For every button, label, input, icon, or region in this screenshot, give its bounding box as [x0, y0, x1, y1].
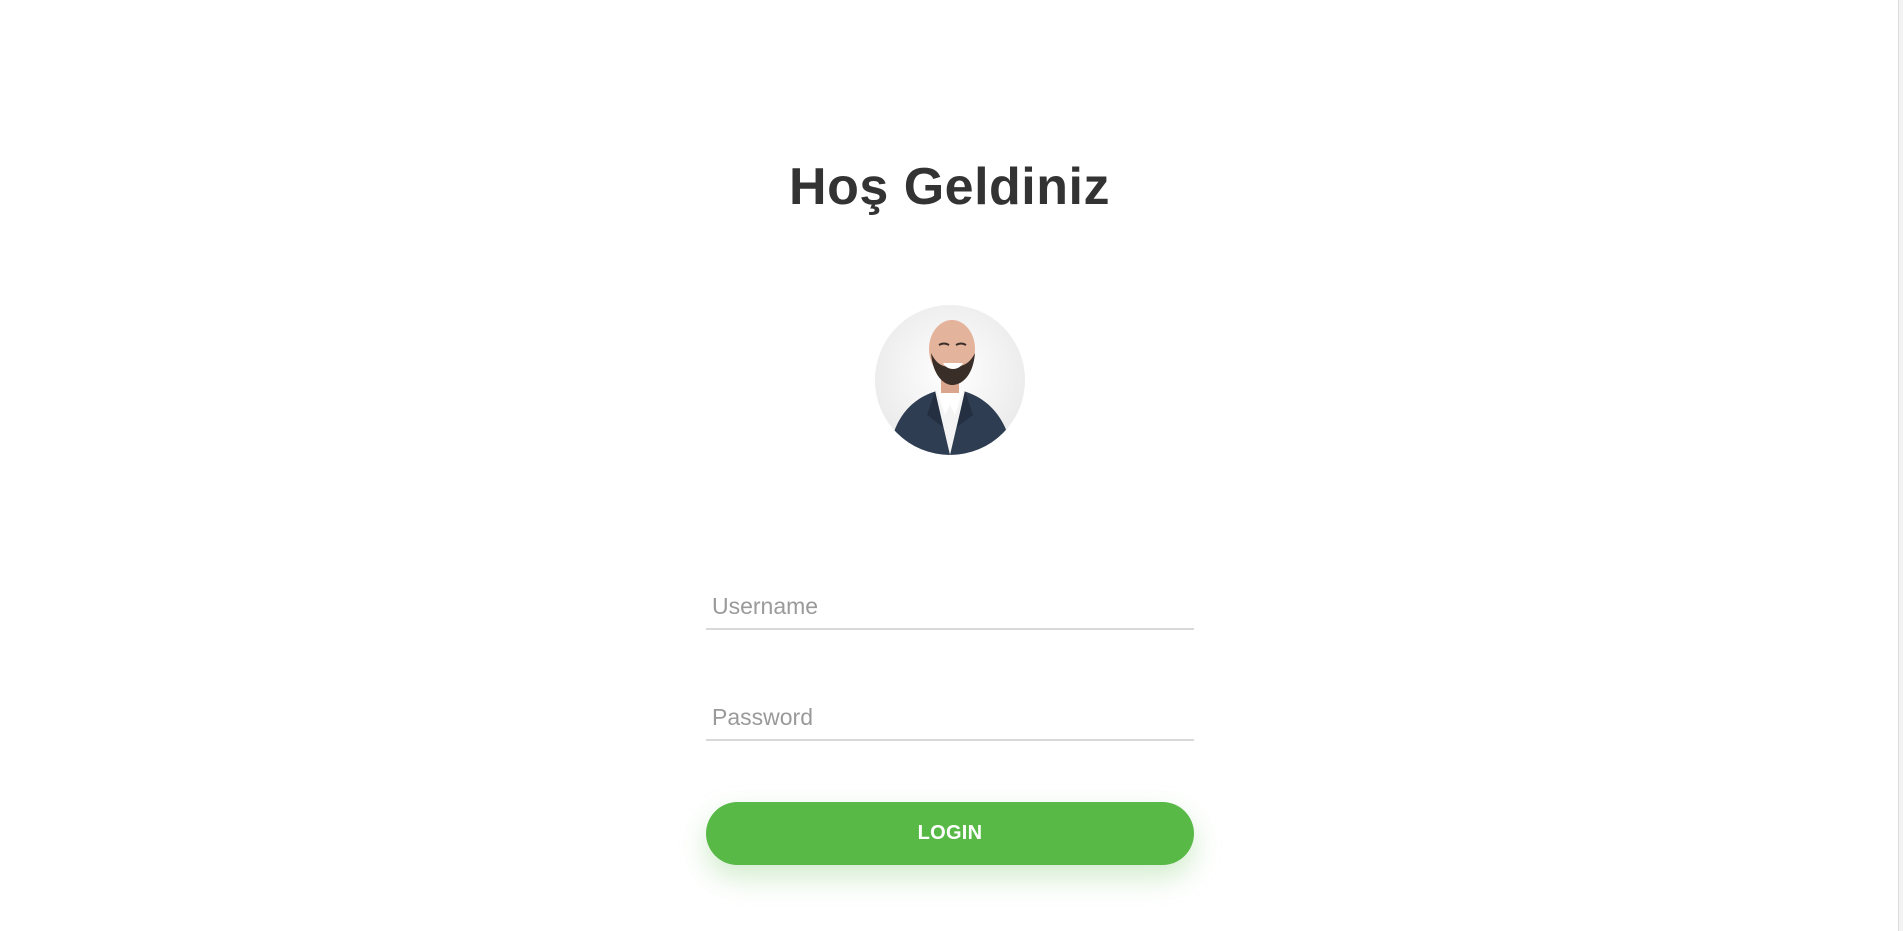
- scrollbar[interactable]: [1898, 0, 1903, 931]
- avatar: [875, 305, 1025, 455]
- username-input[interactable]: [706, 593, 1192, 620]
- user-photo-icon: [875, 305, 1025, 455]
- password-field: [706, 679, 1194, 741]
- page-title: Hoş Geldiniz: [789, 158, 1110, 216]
- username-field: [706, 568, 1194, 630]
- login-container: Hoş Geldiniz Username LOGIN: [0, 0, 1899, 931]
- password-input[interactable]: [706, 704, 1192, 731]
- login-page: Hoş Geldiniz Username LOGIN: [0, 0, 1903, 931]
- login-button[interactable]: LOGIN: [706, 802, 1194, 865]
